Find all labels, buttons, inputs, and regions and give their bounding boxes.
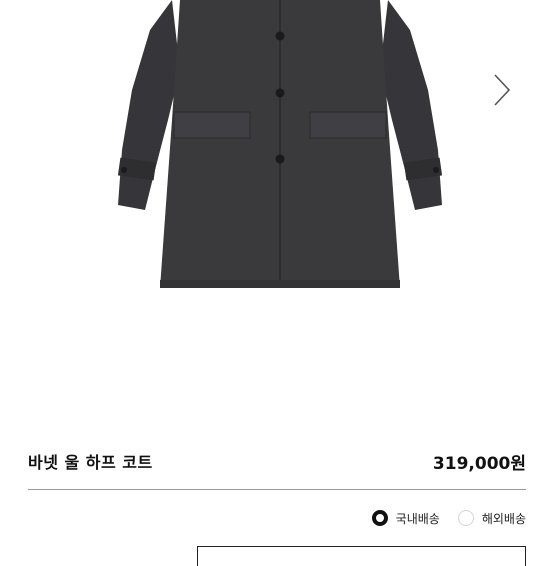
radio-selected-icon[interactable] — [371, 510, 388, 526]
shipping-options: 국내배송 해외배송 — [371, 507, 526, 529]
product-image-gallery — [0, 0, 554, 420]
product-info-row: 바넷 울 하프 코트 319,000원 — [28, 449, 526, 477]
chevron-right-icon — [494, 74, 511, 106]
product-name: 바넷 울 하프 코트 — [28, 453, 153, 472]
option-select[interactable] — [197, 546, 526, 566]
product-image — [117, 0, 443, 288]
radio-unselected-icon[interactable] — [457, 510, 474, 526]
shipping-option-domestic[interactable]: 국내배송 — [371, 510, 440, 527]
shipping-option-label: 국내배송 — [395, 511, 440, 526]
shipping-option-overseas[interactable]: 해외배송 — [457, 510, 526, 527]
divider — [28, 489, 526, 490]
next-image-button[interactable] — [488, 72, 516, 108]
product-price: 319,000원 — [432, 454, 526, 474]
shipping-option-label: 해외배송 — [481, 511, 526, 526]
